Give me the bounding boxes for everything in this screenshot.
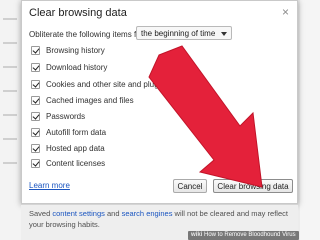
watermark-prefix: wiki [191,232,203,238]
wikihow-watermark: wiki How to Remove Bloodhound Virus [188,231,299,240]
red-arrow-shape [148,45,263,188]
watermark-text: How to Remove Bloodhound Virus [204,232,296,238]
red-arrow-icon [148,45,263,188]
